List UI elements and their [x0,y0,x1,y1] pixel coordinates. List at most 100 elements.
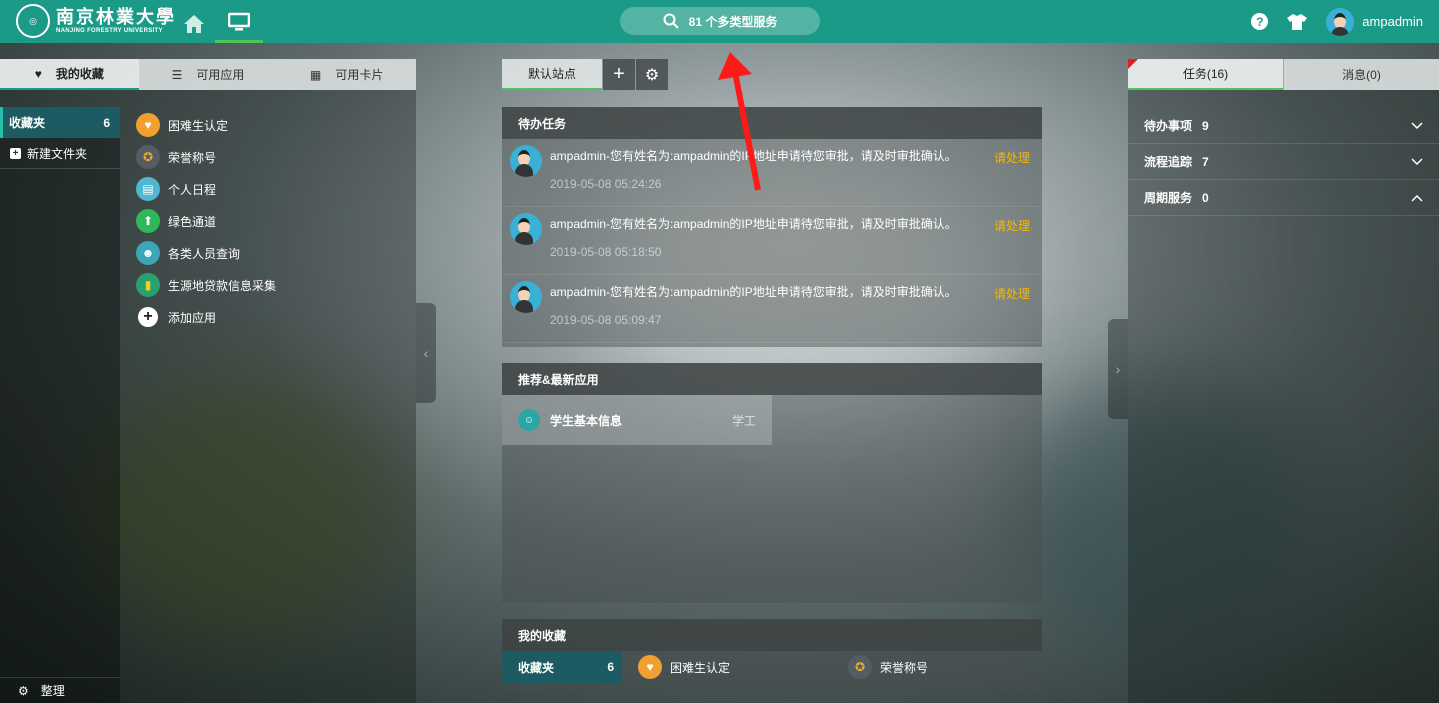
app-item[interactable]: ♥ 困难生认定 [136,109,276,141]
plus-icon: + [613,63,625,85]
add-app-label: 添加应用 [168,310,217,325]
fav-app-label: 困难生认定 [670,660,731,675]
university-seal-icon: ◎ [16,4,50,38]
user-avatar[interactable] [1326,7,1355,36]
fav-app-item[interactable]: ✪ 荣誉称号 [848,655,928,679]
app-item[interactable]: ⬆ 绿色通道 [136,205,276,237]
task-avatar [510,281,542,313]
app-label: 绿色通道 [168,214,217,229]
folder-item-favorites[interactable]: 收藏夹 6 [0,107,120,138]
people-search-icon: ☻ [136,241,160,265]
app-label: 荣誉称号 [168,150,217,165]
desktop-nav-button[interactable] [215,4,263,43]
university-logo[interactable]: ◎ 南京林業大學 NANJING FORESTRY UNIVERSITY [16,4,176,38]
logo-english-name: NANJING FORESTRY UNIVERSITY [56,28,163,34]
tab-available-cards[interactable]: ▦ 可用卡片 [277,59,416,90]
heart-icon: ♥ [34,66,42,81]
app-label: 个人日程 [168,182,217,197]
tab-available-apps[interactable]: ☰ 可用应用 [139,59,278,90]
chevron-up-icon [1411,194,1423,202]
corner-marker [1128,59,1138,69]
new-folder-button[interactable]: + 新建文件夹 [0,138,120,169]
gear-icon: ⚙ [644,66,660,84]
service-search-button[interactable]: 81 个多类型服务 [620,7,820,35]
student-info-icon: ☺ [518,409,540,431]
recommended-card-title: 推荐&最新应用 [502,363,1042,395]
add-site-button[interactable]: + [603,59,635,90]
chevron-left-icon: ‹ [423,345,429,361]
chevron-down-icon [1411,157,1423,165]
accordion-count: 0 [1202,191,1209,205]
rec-app-label: 学生基本信息 [550,413,623,428]
fav-app-item[interactable]: ♥ 困难生认定 [638,655,848,679]
site-tabs: 默认站点 + ⚙ [502,59,668,90]
favorites-card: 我的收藏 收藏夹 6 ♥ 困难生认定 ✪ 荣誉称号 [502,619,1042,690]
accordion-count: 7 [1202,155,1209,169]
task-avatar [510,145,542,177]
medal-icon: ✪ [136,145,160,169]
folder-label: 收藏夹 [9,116,46,130]
hardship-icon: ♥ [638,655,662,679]
tab-default-site[interactable]: 默认站点 [502,59,602,90]
theme-shirt-icon[interactable] [1286,13,1308,31]
hardship-icon: ♥ [136,113,160,137]
gear-icon: ⚙ [18,683,29,698]
list-icon: ☰ [171,67,183,82]
favorites-card-title: 我的收藏 [502,619,1042,651]
accordion-periodic-services[interactable]: 周期服务 0 [1128,180,1439,216]
accordion-process-tracking[interactable]: 流程追踪 7 [1128,144,1439,180]
organize-label: 整理 [40,684,65,698]
add-app-button[interactable]: + 添加应用 [136,301,276,333]
organize-button[interactable]: ⚙ 整理 [0,677,120,703]
recommended-app-item[interactable]: ☺ 学生基本信息 学工 [502,395,772,445]
help-icon[interactable]: ? [1251,13,1269,30]
chevron-right-icon: › [1115,361,1121,377]
recommended-apps-card: 推荐&最新应用 ☺ 学生基本信息 学工 [502,363,1042,603]
tab-label: 我的收藏 [55,67,104,81]
tab-label: 可用卡片 [335,68,384,82]
left-favorites-panel: ♥ 我的收藏 ☰ 可用应用 ▦ 可用卡片 收藏夹 6 + 新建文件夹 ⚙ 整理 … [0,59,416,703]
app-item[interactable]: ✪ 荣誉称号 [136,141,276,173]
home-nav-button[interactable] [170,4,218,43]
tab-label: 可用应用 [196,68,245,82]
rec-app-tag: 学工 [731,413,756,428]
loan-card-icon: ▮ [136,273,160,297]
tab-messages[interactable]: 消息(0) [1283,59,1439,90]
folder-count: 6 [103,115,110,130]
folder-list: 收藏夹 6 + 新建文件夹 ⚙ 整理 [0,107,120,703]
fav-folder-item[interactable]: 收藏夹 6 [502,651,622,683]
tab-tasks[interactable]: 任务(16) [1128,59,1283,90]
process-link[interactable]: 请处理 [994,217,1030,234]
collapse-left-button[interactable]: ‹ [416,303,436,403]
medal-icon: ✪ [848,655,872,679]
home-icon [184,14,204,33]
task-item[interactable]: ampadmin-您有姓名为:ampadmin的IP地址申请待您审批，请及时审批… [502,275,1042,343]
collapse-right-button[interactable]: › [1108,319,1128,419]
task-item[interactable]: ampadmin-您有姓名为:ampadmin的IP地址申请待您审批，请及时审批… [502,207,1042,275]
process-link[interactable]: 请处理 [994,285,1030,302]
search-label: 81 个多类型服务 [688,14,778,29]
favorite-app-list: ♥ 困难生认定 ✪ 荣誉称号 ▤ 个人日程 ⬆ 绿色通道 ☻ 各类人员查询 ▮ 生源地贷款信… [136,109,276,333]
site-settings-button[interactable]: ⚙ [636,59,668,90]
username-label[interactable]: ampadmin [1362,14,1423,29]
app-label: 困难生认定 [168,118,229,133]
tab-my-favorites[interactable]: ♥ 我的收藏 [0,59,139,90]
app-label: 各类人员查询 [168,246,241,261]
up-arrow-icon: ⬆ [136,209,160,233]
accordion-label: 周期服务 [1144,191,1193,205]
app-item[interactable]: ☻ 各类人员查询 [136,237,276,269]
app-item[interactable]: ▤ 个人日程 [136,173,276,205]
plus-icon: + [138,307,158,327]
task-text: ampadmin-您有姓名为:ampadmin的IP地址申请待您审批，请及时审批… [550,217,957,231]
task-time: 2019-05-08 05:09:47 [550,313,662,327]
monitor-icon [228,12,250,31]
task-avatar [510,213,542,245]
fav-app-label: 荣誉称号 [880,660,929,675]
app-item[interactable]: ▮ 生源地贷款信息采集 [136,269,276,301]
new-folder-label: 新建文件夹 [27,146,88,161]
plus-square-icon: + [10,147,21,159]
process-link[interactable]: 请处理 [994,149,1030,166]
task-time: 2019-05-08 05:18:50 [550,245,662,259]
accordion-pending-items[interactable]: 待办事项 9 [1128,108,1439,144]
chevron-down-icon [1411,121,1423,129]
